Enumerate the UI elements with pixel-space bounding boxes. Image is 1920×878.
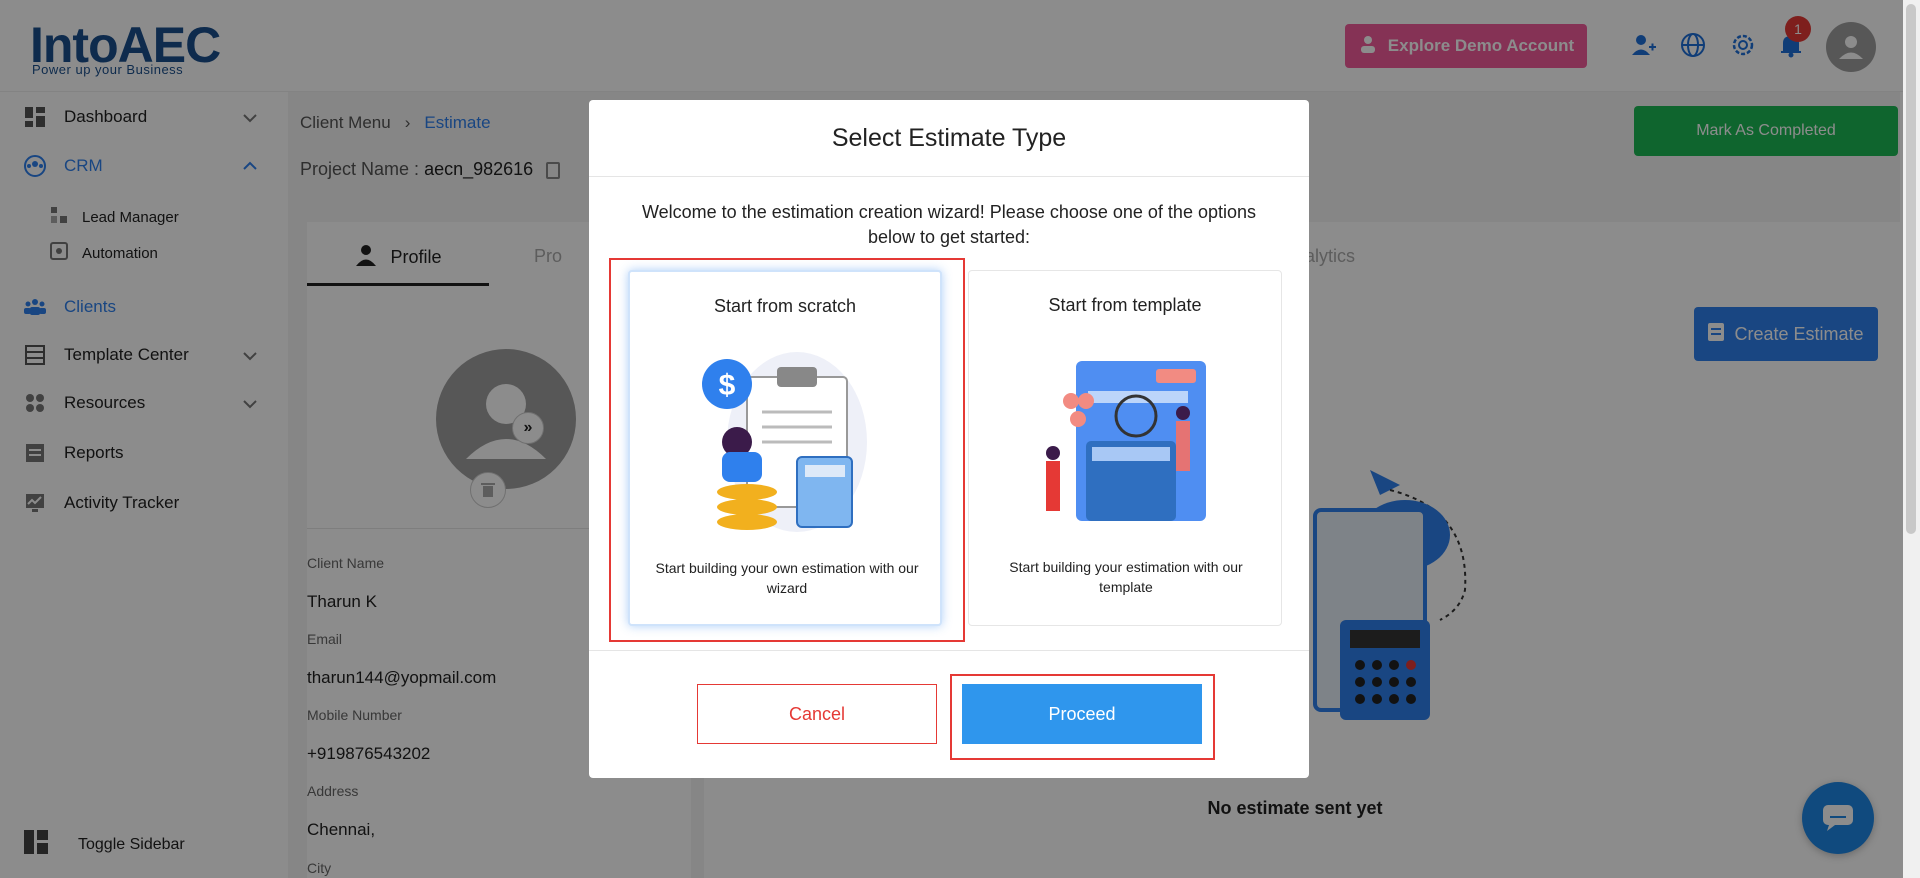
proceed-button[interactable]: Proceed	[962, 684, 1202, 744]
modal-title: Select Estimate Type	[589, 100, 1309, 177]
option-title: Start from scratch	[713, 296, 857, 316]
cancel-button[interactable]: Cancel	[697, 684, 937, 744]
option-title: Start from template	[1048, 295, 1202, 315]
option-description: Start building your own estimation with …	[655, 560, 919, 596]
modal-footer-divider	[589, 650, 1309, 651]
scratch-illustration: $	[702, 352, 867, 532]
svg-text:$: $	[719, 369, 736, 402]
scrollbar-thumb[interactable]	[1906, 4, 1916, 534]
template-illustration	[1046, 361, 1206, 521]
option-start-from-scratch[interactable]: Start from scratch $ Start building your…	[628, 270, 942, 626]
cancel-label: Cancel	[788, 703, 846, 724]
option-description: Start building your estimation with our …	[1009, 559, 1243, 595]
proceed-label: Proceed	[1048, 703, 1116, 724]
modal-description: Welcome to the estimation creation wizar…	[641, 202, 1256, 247]
option-start-from-template[interactable]: Start from template Start building your …	[968, 270, 1282, 626]
